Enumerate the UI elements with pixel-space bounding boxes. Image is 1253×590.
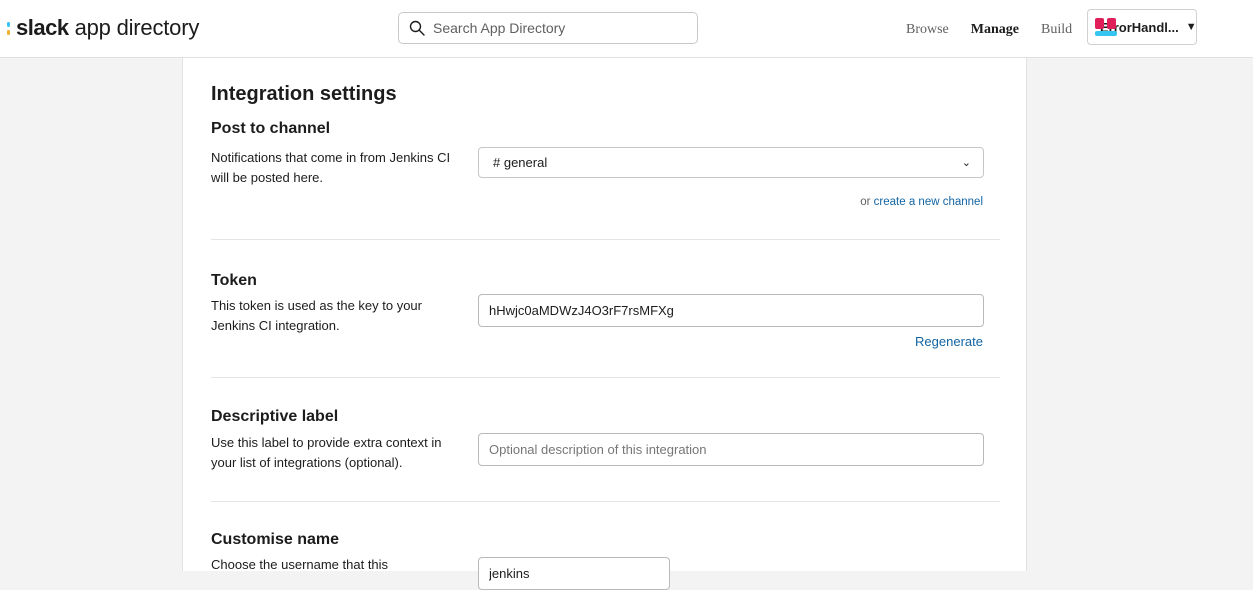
create-channel-prefix: or xyxy=(860,196,874,208)
nav-build[interactable]: Build xyxy=(1041,22,1072,38)
selected-channel: # general xyxy=(493,155,548,170)
nav-manage[interactable]: Manage xyxy=(971,22,1019,38)
integration-settings-panel: Integration settings Post to channel Not… xyxy=(182,58,1027,590)
token-description: This token is used as the key to your Je… xyxy=(211,298,422,333)
token-input[interactable] xyxy=(478,294,984,327)
chevron-down-icon: ⌄ xyxy=(961,157,971,169)
descriptive-label-title: Descriptive label xyxy=(211,408,339,425)
search-icon xyxy=(409,20,425,36)
descriptive-label-description: Use this label to provide extra context … xyxy=(211,435,442,470)
logo-subtitle: app directory xyxy=(74,15,200,40)
page-title: Integration settings xyxy=(211,83,397,105)
create-channel-row: or create a new channel xyxy=(860,196,983,208)
token-title: Token xyxy=(211,272,257,289)
customise-name-title: Customise name xyxy=(211,531,340,548)
slack-app-directory-logo[interactable]: slack app directory xyxy=(4,12,199,44)
search-input[interactable] xyxy=(433,20,683,36)
username-input[interactable] xyxy=(478,557,670,590)
section-divider xyxy=(211,501,1000,502)
regenerate-link[interactable]: Regenerate xyxy=(915,334,983,349)
post-to-channel-description: Notifications that come in from Jenkins … xyxy=(211,150,451,185)
section-divider xyxy=(211,377,1000,378)
search-box[interactable] xyxy=(398,12,698,44)
top-header: slack app directory Browse Manage Build … xyxy=(0,0,1253,58)
section-divider xyxy=(211,239,1000,240)
customise-name-description: Choose the username that this xyxy=(211,557,389,572)
descriptive-label-input[interactable] xyxy=(478,433,984,466)
nav-browse[interactable]: Browse xyxy=(906,22,949,38)
caret-down-icon: ▼ xyxy=(1185,21,1197,33)
workspace-switcher[interactable]: ErrorHandl... ▼ xyxy=(1087,9,1197,45)
logo-word: slack xyxy=(16,15,69,40)
top-nav: Browse Manage Build xyxy=(906,22,1094,38)
channel-select[interactable]: # general ⌄ xyxy=(478,147,984,178)
post-to-channel-title: Post to channel xyxy=(211,120,331,137)
slack-logo-icon xyxy=(4,18,14,38)
create-channel-link[interactable]: create a new channel xyxy=(874,196,983,208)
